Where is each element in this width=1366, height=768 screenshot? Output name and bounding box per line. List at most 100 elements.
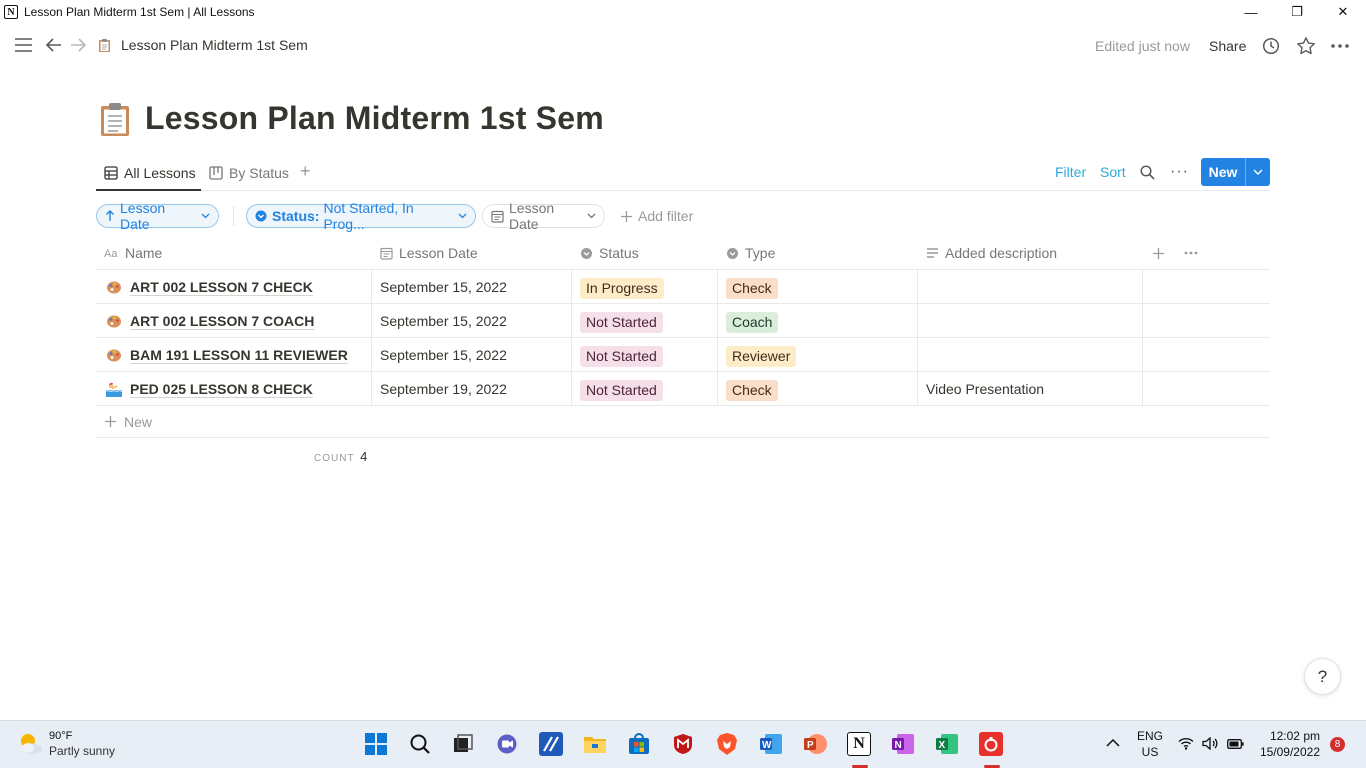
table-row[interactable]: BAM 191 LESSON 11 REVIEWER September 15,… xyxy=(96,338,1270,372)
cell-date[interactable]: September 15, 2022 xyxy=(372,304,572,338)
share-button[interactable]: Share xyxy=(1209,38,1246,54)
cell-date[interactable]: September 19, 2022 xyxy=(372,372,572,406)
word-icon[interactable]: W xyxy=(759,732,783,756)
chevron-down-icon[interactable] xyxy=(1246,158,1270,186)
favorite-star-icon[interactable] xyxy=(1296,36,1316,56)
date-filter-pill[interactable]: Lesson Date xyxy=(482,200,605,232)
file-explorer-icon[interactable] xyxy=(583,732,607,756)
clipboard-icon[interactable] xyxy=(100,102,130,136)
table-row[interactable]: PED 025 LESSON 8 CHECK September 19, 202… xyxy=(96,372,1270,406)
powerpoint-icon[interactable]: P xyxy=(803,732,827,756)
sidebar-menu-icon[interactable] xyxy=(14,37,33,53)
swimmer-icon xyxy=(106,382,122,397)
cell-type[interactable]: Coach xyxy=(718,304,918,338)
add-row-button[interactable]: New xyxy=(96,406,1270,438)
teams-chat-icon[interactable] xyxy=(495,732,519,756)
app-icon-blue[interactable] xyxy=(539,732,563,756)
row-name[interactable]: ART 002 LESSON 7 COACH xyxy=(130,313,314,329)
cell-date[interactable]: September 15, 2022 xyxy=(372,270,572,304)
filter-divider xyxy=(233,206,234,226)
microsoft-store-icon[interactable] xyxy=(627,732,651,756)
cell-description[interactable]: Video Presentation xyxy=(918,372,1143,406)
table-row[interactable]: ART 002 LESSON 7 COACH September 15, 202… xyxy=(96,304,1270,338)
mcafee-icon[interactable] xyxy=(671,732,695,756)
cell-name[interactable]: BAM 191 LESSON 11 REVIEWER xyxy=(96,338,372,372)
system-clock[interactable]: 12:02 pm 15/09/2022 xyxy=(1258,729,1320,759)
cell-date[interactable]: September 15, 2022 xyxy=(372,338,572,372)
chevron-up-icon[interactable] xyxy=(1106,736,1120,750)
cell-status[interactable]: In Progress xyxy=(572,270,718,304)
cell-empty xyxy=(1143,304,1270,338)
cell-description[interactable] xyxy=(918,304,1143,338)
column-header-type[interactable]: Type xyxy=(726,236,775,270)
column-header-description[interactable]: Added description xyxy=(926,236,1057,270)
search-icon[interactable] xyxy=(408,732,432,756)
notion-topbar: Lesson Plan Midterm 1st Sem Edited just … xyxy=(0,24,1366,69)
notification-badge[interactable]: 8 xyxy=(1330,737,1345,752)
column-label: Added description xyxy=(945,245,1058,261)
windows-start-icon[interactable] xyxy=(364,732,388,756)
sort-pill[interactable]: Lesson Date xyxy=(96,200,219,232)
forward-arrow-icon[interactable] xyxy=(70,37,87,53)
add-property-icon[interactable] xyxy=(1152,236,1171,270)
excel-icon[interactable]: X xyxy=(935,732,959,756)
cell-description[interactable] xyxy=(918,338,1143,372)
table-more-icon[interactable] xyxy=(1184,236,1204,270)
row-name[interactable]: ART 002 LESSON 7 CHECK xyxy=(130,279,313,295)
column-header-status[interactable]: Status xyxy=(580,236,639,270)
new-record-button[interactable]: New xyxy=(1201,158,1270,186)
row-name[interactable]: BAM 191 LESSON 11 REVIEWER xyxy=(130,347,348,363)
breadcrumb[interactable]: Lesson Plan Midterm 1st Sem xyxy=(98,37,308,53)
notion-taskbar-icon[interactable]: N xyxy=(847,732,871,756)
battery-icon[interactable] xyxy=(1227,738,1244,752)
tab-all-lessons[interactable]: All Lessons xyxy=(104,161,196,185)
count-value: 4 xyxy=(360,449,368,464)
type-tag: Check xyxy=(726,277,778,299)
status-tag: Not Started xyxy=(580,345,663,367)
column-label: Name xyxy=(125,245,163,261)
page-title[interactable]: Lesson Plan Midterm 1st Sem xyxy=(145,100,604,137)
cell-description[interactable] xyxy=(918,270,1143,304)
brave-browser-icon[interactable] xyxy=(715,732,739,756)
cell-type[interactable]: Reviewer xyxy=(718,338,918,372)
more-options-icon[interactable] xyxy=(1330,37,1350,55)
sort-button[interactable]: Sort xyxy=(1100,158,1126,186)
view-more-button[interactable]: ··· xyxy=(1170,158,1189,186)
weather-temp: 90°F xyxy=(49,730,73,742)
add-view-button[interactable]: + xyxy=(300,161,311,182)
cell-empty xyxy=(1143,270,1270,304)
maximize-button[interactable]: ❐ xyxy=(1274,0,1320,24)
calendar-icon xyxy=(491,210,504,223)
app-icon-red[interactable] xyxy=(979,732,1003,756)
onenote-icon[interactable]: N xyxy=(891,732,915,756)
cell-type[interactable]: Check xyxy=(718,372,918,406)
tab-by-status[interactable]: By Status xyxy=(209,161,289,185)
cell-type[interactable]: Check xyxy=(718,270,918,304)
status-filter-pill[interactable]: Status: Not Started, In Prog... xyxy=(246,200,476,232)
weather-widget[interactable]: 90°F Partly sunny xyxy=(16,730,115,758)
cell-status[interactable]: Not Started xyxy=(572,304,718,338)
cell-status[interactable]: Not Started xyxy=(572,372,718,406)
language-indicator[interactable]: ENG US xyxy=(1137,729,1163,759)
volume-icon[interactable] xyxy=(1202,736,1219,753)
add-filter-button[interactable]: Add filter xyxy=(612,204,701,228)
column-header-date[interactable]: Lesson Date xyxy=(380,236,478,270)
history-clock-icon[interactable] xyxy=(1262,37,1280,55)
cell-name[interactable]: ART 002 LESSON 7 COACH xyxy=(96,304,372,338)
cell-name[interactable]: PED 025 LESSON 8 CHECK xyxy=(96,372,372,406)
table-row[interactable]: ART 002 LESSON 7 CHECK September 15, 202… xyxy=(96,270,1270,304)
close-button[interactable]: ✕ xyxy=(1320,0,1366,24)
filter-button[interactable]: Filter xyxy=(1055,158,1086,186)
new-button-label[interactable]: New xyxy=(1201,158,1246,186)
help-button[interactable]: ? xyxy=(1304,658,1341,695)
task-view-icon[interactable] xyxy=(451,732,475,756)
row-count[interactable]: COUNT 4 xyxy=(314,449,367,464)
column-header-name[interactable]: Aa Name xyxy=(104,236,162,270)
back-arrow-icon[interactable] xyxy=(45,37,62,53)
search-icon[interactable] xyxy=(1140,158,1155,186)
wifi-icon[interactable] xyxy=(1178,737,1194,753)
cell-status[interactable]: Not Started xyxy=(572,338,718,372)
row-name[interactable]: PED 025 LESSON 8 CHECK xyxy=(130,381,313,397)
cell-name[interactable]: ART 002 LESSON 7 CHECK xyxy=(96,270,372,304)
minimize-button[interactable]: — xyxy=(1228,0,1274,24)
